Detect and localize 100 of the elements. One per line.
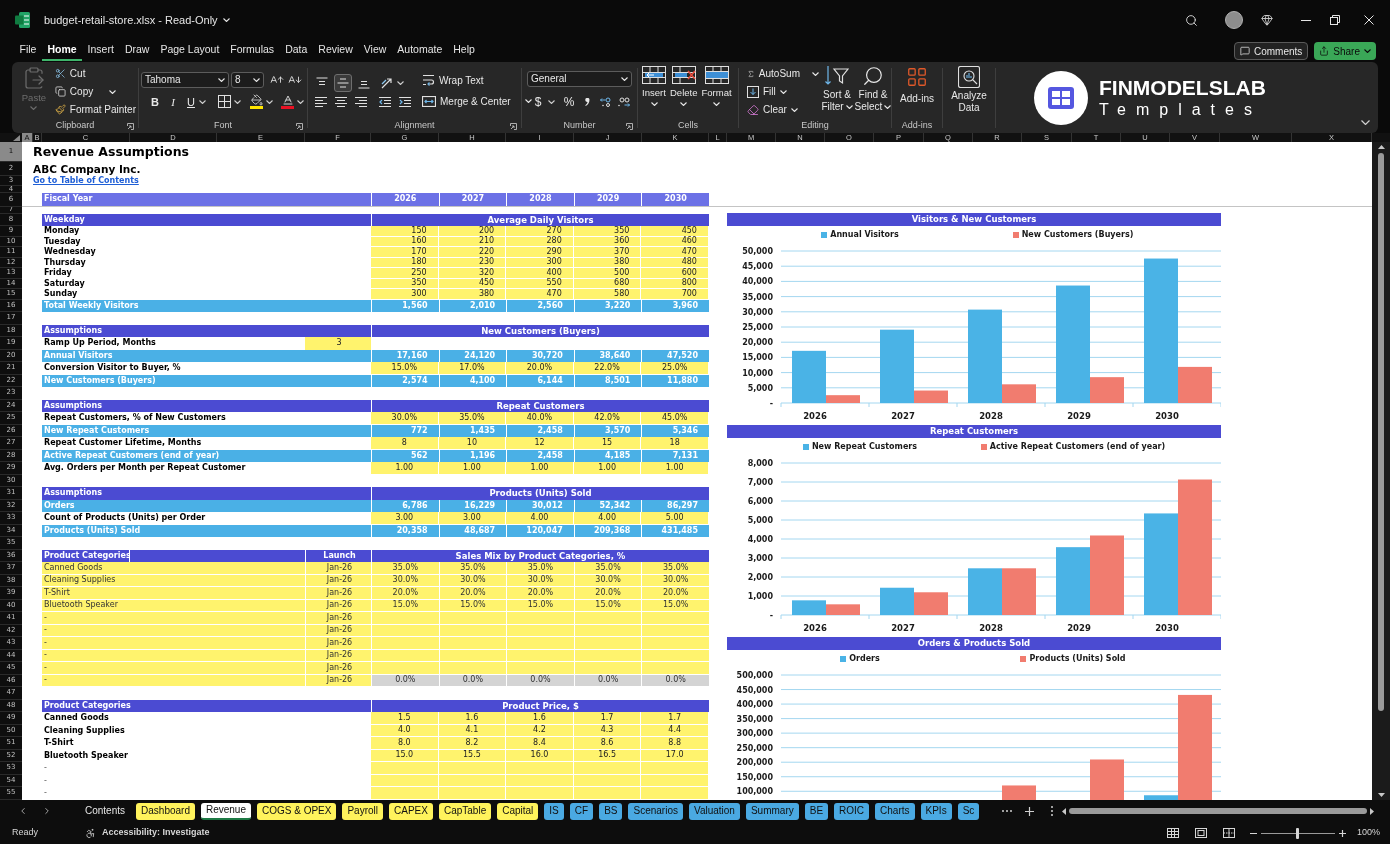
table-cell: 17.0%: [438, 362, 507, 375]
group-label: Alignment: [394, 119, 435, 133]
table-cell: 20.0%: [438, 587, 507, 600]
table-cell: 8.2: [438, 737, 507, 750]
y-tick-label: 250,000: [736, 743, 773, 753]
table-cell: 380: [573, 257, 642, 268]
y-tick-label: -: [769, 399, 773, 408]
row-label: Thursday: [43, 257, 87, 268]
x-tick-label: 2027: [891, 623, 915, 633]
logo-tagline: Templates: [1099, 102, 1263, 118]
table-cell: 470: [641, 247, 709, 258]
legend-label: New Customers (Buyers): [1021, 231, 1134, 239]
table-cell: 580: [573, 289, 642, 300]
table-cell: 1.7: [641, 712, 709, 725]
row-label: -: [42, 612, 305, 625]
table-cell: 3.00: [371, 512, 439, 525]
table-cell: 600: [641, 268, 709, 279]
table-cell: 35.0%: [371, 562, 439, 575]
x-tick-label: 2030: [1155, 411, 1179, 421]
y-tick-label: 450,000: [736, 685, 773, 695]
window-title: budget-retail-store.xlsx - Read-Only: [44, 12, 218, 28]
table-cell: 290: [506, 247, 574, 258]
x-tick-label: 2028: [979, 623, 1003, 633]
table-cell: 400: [506, 268, 574, 279]
group-label: Number: [563, 119, 596, 133]
row-label: -: [43, 774, 48, 787]
table-cell: 300: [371, 289, 439, 300]
table-cell: 170: [371, 247, 439, 258]
table-cell: 1.00: [506, 462, 574, 475]
row-label: Friday: [43, 268, 73, 279]
table-cell: 1.00: [438, 462, 507, 475]
table-cell: 200: [438, 226, 507, 237]
table-cell: 15.0%: [371, 362, 439, 375]
table-cell: 10: [438, 437, 507, 450]
y-tick-label: 3,000: [747, 554, 773, 563]
y-tick-label: 45,000: [742, 262, 773, 272]
table-cell: 20.0%: [506, 587, 574, 600]
table-cell: 700: [641, 289, 709, 300]
sheet-title: Revenue Assumptions: [33, 145, 189, 159]
table-cell: 4.00: [506, 512, 574, 525]
table-cell: 250: [371, 268, 439, 279]
row-label: Repeat Customers, % of New Customers: [43, 412, 227, 425]
table-cell: 300: [506, 257, 574, 268]
chart-title: Repeat Customers: [727, 425, 1221, 438]
table-cell: 12: [506, 437, 574, 450]
row-label: Repeat Customer Lifetime, Months: [43, 437, 203, 450]
row-label: Conversion Visitor to Buyer, %: [43, 362, 182, 375]
y-tick-label: 300,000: [736, 729, 773, 739]
legend-label: Active Repeat Customers (end of year): [989, 443, 1166, 451]
y-tick-label: 7,000: [747, 478, 773, 487]
group-label: Font: [214, 119, 232, 133]
row-label: Sunday: [43, 289, 79, 300]
table-cell: 5.00: [641, 512, 709, 525]
y-tick-label: 150,000: [736, 772, 773, 782]
table-cell: 1.6: [438, 712, 507, 725]
y-tick-label: 6,000: [747, 497, 773, 506]
legend-label: New Repeat Customers: [811, 443, 918, 451]
status-text: Ready: [12, 826, 38, 840]
row-label: Tuesday: [43, 236, 82, 247]
table-cell: 18: [641, 437, 709, 450]
row-label: T-Shirt: [43, 737, 75, 750]
table-cell: 35.0%: [438, 562, 507, 575]
table-cell: 20.0%: [641, 587, 709, 600]
table-cell: Jan-26: [305, 637, 371, 650]
table-cell: 30.0%: [371, 412, 439, 425]
table-cell: 2026: [371, 193, 439, 206]
table-cell: 3: [305, 337, 371, 350]
group-label: Clipboard: [55, 119, 95, 133]
table-cell: 160: [371, 236, 439, 247]
y-tick-label: 4,000: [747, 535, 773, 544]
table-cell: 270: [506, 226, 574, 237]
table-cell: 460: [641, 236, 709, 247]
table-cell: Jan-26: [305, 562, 371, 575]
x-tick-label: 2029: [1067, 411, 1091, 421]
table-cell: 8.8: [641, 737, 709, 750]
table-cell: 42.0%: [573, 412, 642, 425]
table-cell: 180: [371, 257, 439, 268]
table-cell: 2027: [438, 193, 507, 206]
legend-label: Products (Units) Sold: [1029, 655, 1126, 663]
x-tick-label: 2026: [803, 623, 827, 633]
table-cell: 35.0%: [506, 562, 574, 575]
table-cell: 680: [573, 278, 642, 289]
table-cell: Jan-26: [305, 612, 371, 625]
group-label: Cells: [678, 119, 698, 133]
table-cell: 1.5: [371, 712, 439, 725]
row-label: T-Shirt: [42, 587, 305, 600]
group-label: Add-ins: [901, 119, 933, 133]
y-tick-label: 15,000: [742, 353, 773, 363]
table-cell: 450: [438, 278, 507, 289]
group-label: Editing: [801, 119, 829, 133]
table-cell: 1.7: [573, 712, 642, 725]
table-cell: 2028: [506, 193, 574, 206]
table-cell: 35.0%: [641, 562, 709, 575]
table-cell: 550: [506, 278, 574, 289]
y-tick-label: 2,000: [747, 573, 773, 582]
row-label: Count of Products (Units) per Order: [43, 512, 207, 525]
x-tick-label: 2026: [803, 411, 827, 421]
table-cell: 8.0: [371, 737, 439, 750]
y-tick-label: 30,000: [742, 307, 773, 317]
y-tick-label: 20,000: [742, 338, 773, 348]
